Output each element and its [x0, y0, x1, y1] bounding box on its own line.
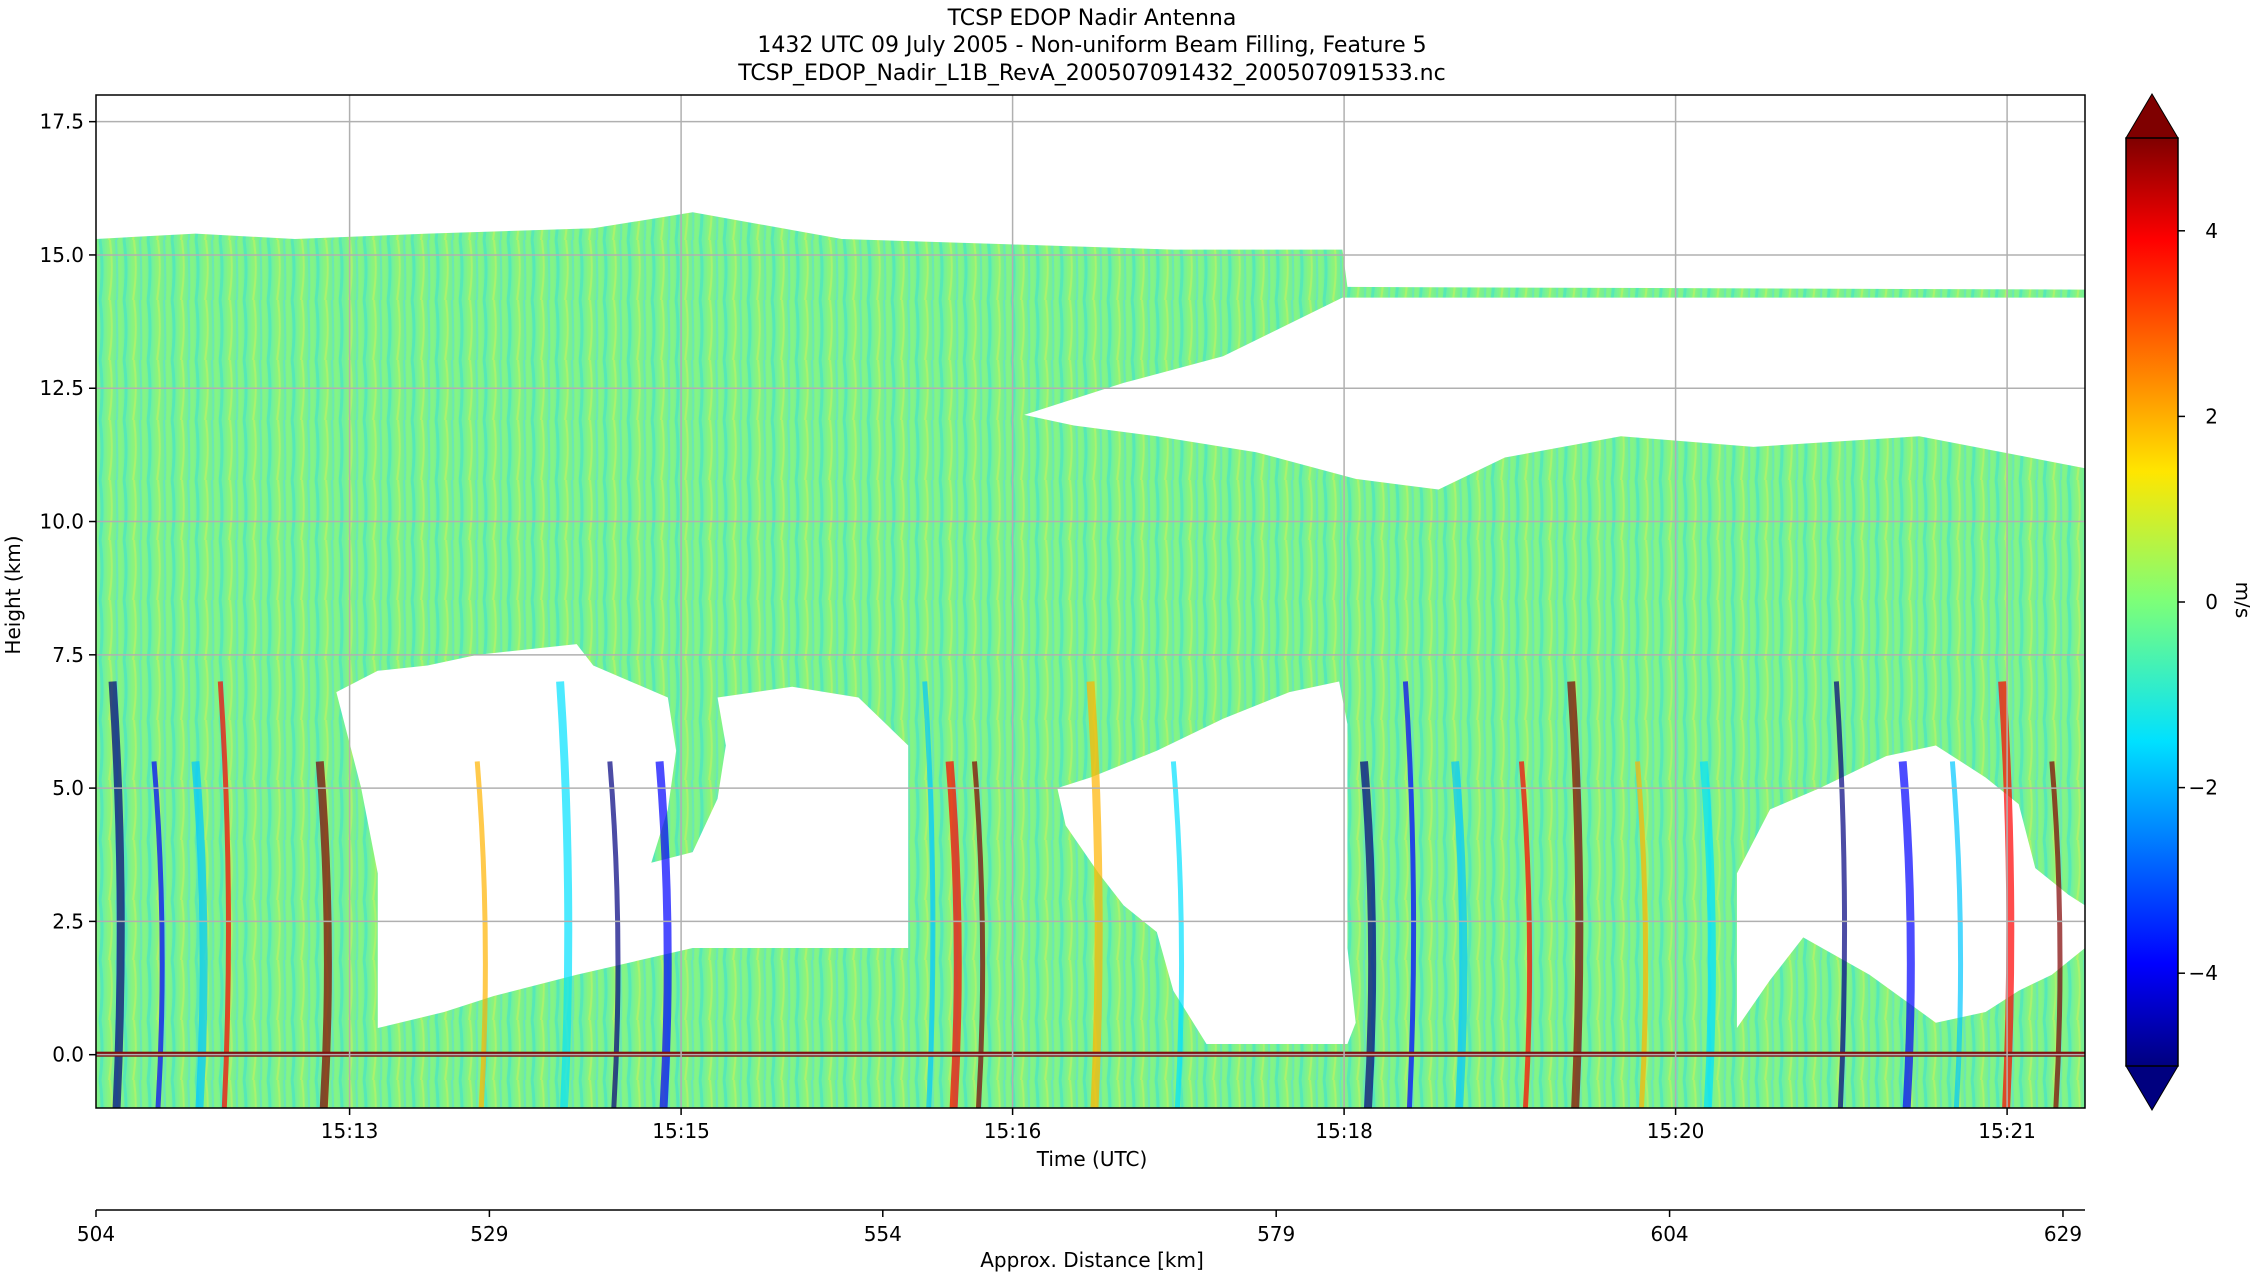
colorbar-tick-label: 4	[2205, 219, 2218, 243]
chart-title-line-1: TCSP EDOP Nadir Antenna	[947, 6, 1237, 31]
y-tick-label: 7.5	[52, 643, 84, 667]
colorbar: −4 −2 0 2 4	[2125, 93, 2218, 1111]
x-tick-label: 15:13	[321, 1119, 379, 1143]
distance-tick-label: 504	[77, 1222, 115, 1246]
y-axis-label: Height (km)	[1, 535, 25, 654]
colorbar-tick-label: −2	[2189, 776, 2218, 800]
x-tick-label: 15:21	[1978, 1119, 2036, 1143]
x-tick-label: 15:15	[652, 1119, 710, 1143]
x-tick-label: 15:20	[1647, 1119, 1705, 1143]
y-tick-label: 10.0	[39, 510, 84, 534]
distance-tick-label: 629	[2044, 1222, 2082, 1246]
y-axis-ticks: 0.0 2.5 5.0 7.5 10.0 12.5 15.0 17.5	[39, 110, 96, 1067]
distance-tick-label: 579	[1257, 1222, 1295, 1246]
x-tick-label: 15:18	[1315, 1119, 1373, 1143]
colorbar-extend-max	[2125, 93, 2179, 139]
y-tick-label: 5.0	[52, 776, 84, 800]
distance-tick-label: 604	[1650, 1222, 1688, 1246]
chart-title-line-2: 1432 UTC 09 July 2005 - Non-uniform Beam…	[757, 33, 1426, 58]
radar-echo-field	[96, 212, 2085, 1108]
colorbar-label: m/s	[2231, 582, 2250, 619]
distance-tick-label: 529	[470, 1222, 508, 1246]
colorbar-tick-label: 2	[2205, 404, 2218, 428]
colorbar-extend-min	[2125, 1065, 2179, 1111]
x-axis-label: Time (UTC)	[1036, 1147, 1148, 1171]
y-tick-label: 12.5	[39, 376, 84, 400]
x-axis-ticks: 15:13 15:15 15:16 15:18 15:20 15:21	[321, 1108, 2036, 1143]
x-tick-label: 15:16	[984, 1119, 1042, 1143]
y-tick-label: 0.0	[52, 1043, 84, 1067]
plot-area: 0.02.55.07.510.012.515.017.5 15:13 15:15 1…	[39, 94, 2086, 1143]
y-tick-label: 2.5	[52, 909, 84, 933]
chart-figure: TCSP EDOP Nadir Antenna 1432 UTC 09 July…	[1, 6, 2250, 1272]
y-tick-label: 17.5	[39, 110, 84, 134]
chart-title-line-3: TCSP_EDOP_Nadir_L1B_RevA_200507091432_20…	[737, 61, 1445, 86]
y-tick-label: 15.0	[39, 243, 84, 267]
colorbar-tick-label: −4	[2189, 961, 2218, 985]
distance-tick-label: 554	[864, 1222, 902, 1246]
colorbar-tick-label: 0	[2205, 590, 2218, 614]
distance-axis-label: Approx. Distance [km]	[980, 1248, 1204, 1272]
colorbar-gradient	[2126, 138, 2178, 1066]
distance-axis: 504 529 554 579 604 629	[77, 1209, 2085, 1246]
